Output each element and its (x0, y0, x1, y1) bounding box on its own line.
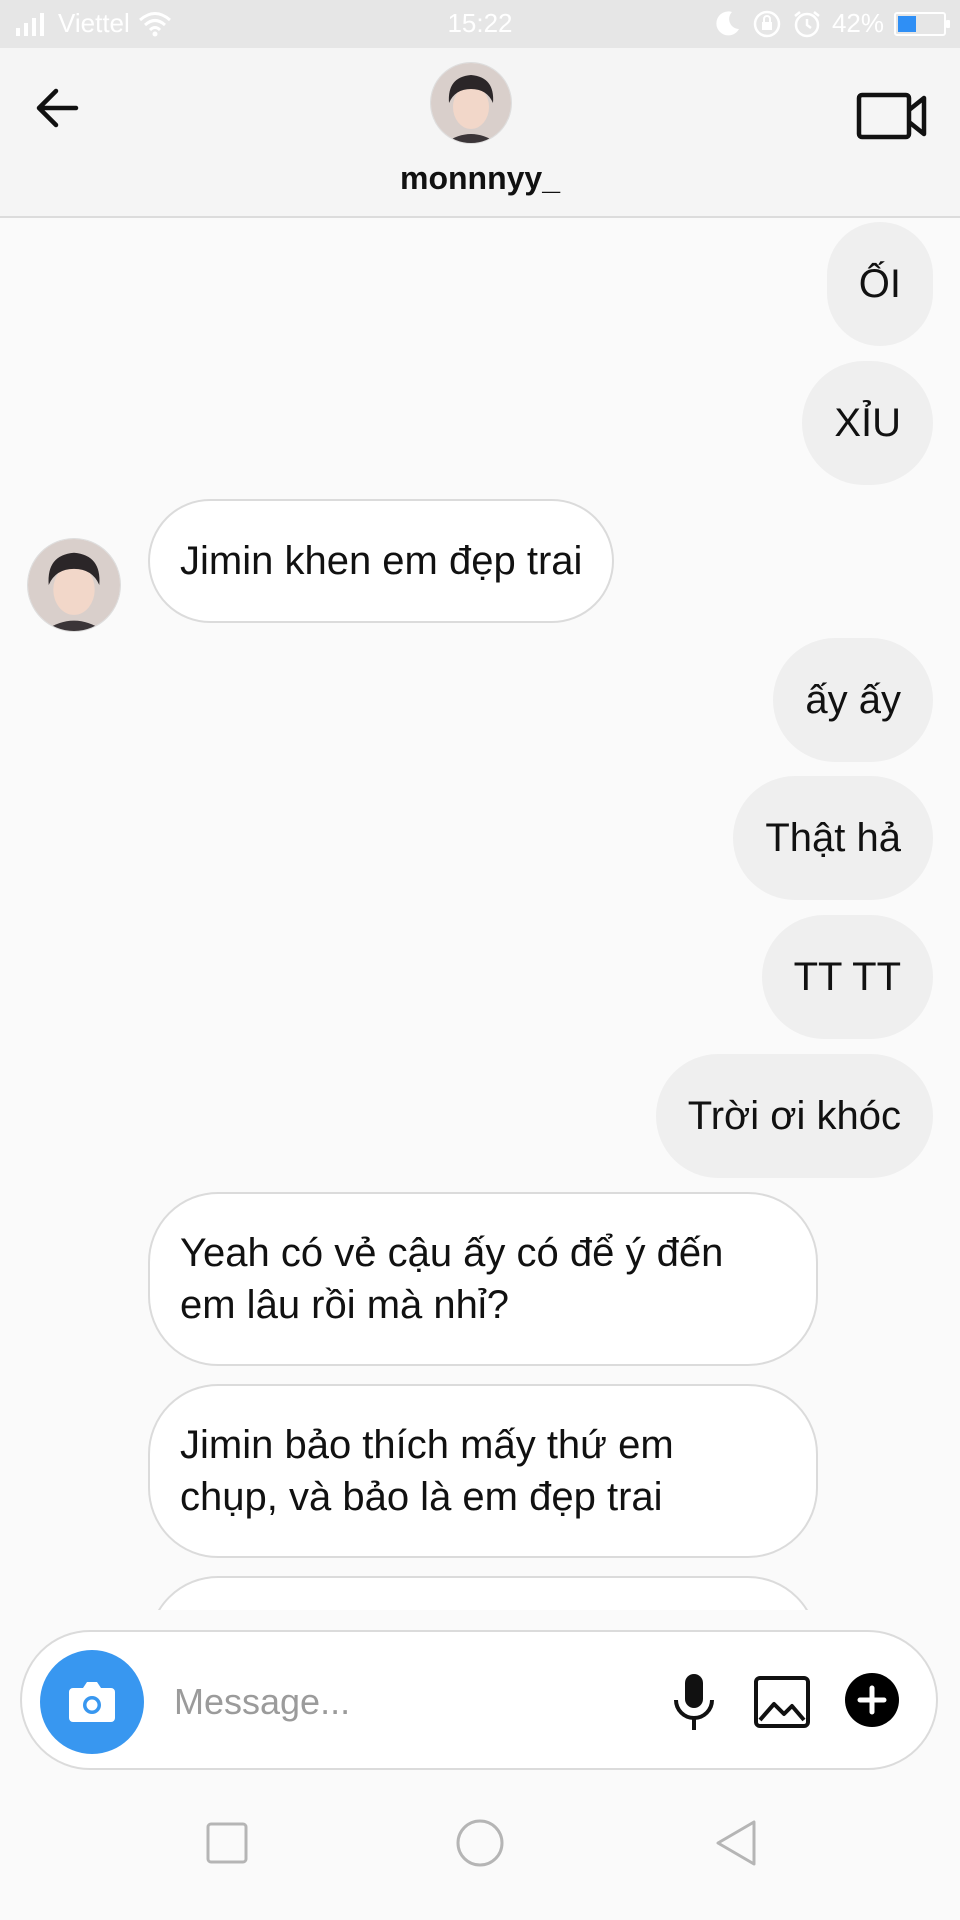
header-avatar[interactable] (430, 62, 512, 144)
plus-icon (845, 1673, 899, 1727)
microphone-button[interactable] (664, 1670, 724, 1734)
square-icon (206, 1822, 248, 1864)
message-line: em lâu rồi mà nhỉ? (180, 1283, 510, 1327)
message-line: Yeah có vẻ cậu ấy có để ý đến (180, 1231, 724, 1275)
message-text: ấy ấy (805, 678, 901, 722)
gallery-icon (754, 1676, 810, 1728)
video-call-button[interactable] (856, 90, 928, 142)
sender-avatar[interactable] (27, 538, 121, 632)
back-arrow-icon (36, 88, 79, 128)
video-call-icon (856, 92, 927, 140)
header-username[interactable]: monnnyy_ (0, 160, 960, 197)
gallery-button[interactable] (752, 1672, 812, 1732)
system-nav-bar (0, 1770, 960, 1920)
more-button[interactable] (844, 1672, 900, 1728)
alarm-icon (794, 10, 820, 37)
circle-icon (456, 1819, 504, 1867)
message-text: Trời ơi khóc (687, 1094, 901, 1138)
chat-header: monnnyy_ (0, 48, 960, 218)
message-bubble-outgoing[interactable]: TT TT (761, 915, 933, 1039)
microphone-icon (674, 1674, 714, 1730)
rotation-lock-icon (753, 10, 781, 37)
triangle-back-icon (716, 1820, 756, 1866)
avatar-image (28, 539, 120, 631)
message-input[interactable] (172, 1668, 656, 1736)
message-bubble-outgoing[interactable]: Thật hả (733, 776, 933, 900)
message-bubble-outgoing[interactable]: Trời ơi khóc (655, 1054, 933, 1178)
message-text: Thật hả (765, 816, 901, 860)
message-thread: ỐI XỈU Jimin khen em đẹp trai ấy ấy Thật… (0, 218, 960, 1610)
message-line: chụp, và bảo là em đẹp trai (180, 1475, 663, 1519)
battery-icon (894, 11, 950, 36)
message-text: ỐI (858, 262, 901, 306)
message-text: Jimin bảo thích mấy thứ em chụp, và bảo … (180, 1419, 674, 1523)
avatar-image (431, 63, 511, 143)
message-composer (20, 1630, 938, 1770)
message-line: Jimin bảo thích mấy thứ em (180, 1423, 674, 1467)
recents-button[interactable] (192, 1808, 262, 1878)
back-nav-button[interactable] (702, 1808, 772, 1878)
back-button[interactable] (30, 78, 90, 138)
message-text: Yeah có vẻ cậu ấy có để ý đến em lâu rồi… (180, 1227, 723, 1331)
message-bubble-incoming[interactable]: Jimin khen em đẹp trai (148, 499, 615, 623)
message-bubble-incoming-partial[interactable] (148, 1576, 818, 1610)
message-bubble-outgoing[interactable]: ỐI (826, 222, 933, 346)
home-button[interactable] (445, 1808, 515, 1878)
status-right: 42% (712, 8, 950, 39)
status-bar: Viettel 15:22 42% (0, 0, 960, 48)
moon-icon (716, 10, 739, 35)
message-text: Jimin khen em đẹp trai (180, 539, 583, 583)
message-text: XỈU (834, 401, 901, 445)
message-bubble-outgoing[interactable]: ấy ấy (773, 638, 933, 762)
message-text: TT TT (793, 955, 901, 999)
message-bubble-incoming[interactable]: Jimin bảo thích mấy thứ em chụp, và bảo … (148, 1384, 818, 1558)
message-bubble-incoming[interactable]: Yeah có vẻ cậu ấy có để ý đến em lâu rồi… (148, 1192, 818, 1366)
battery-fill (898, 15, 917, 32)
camera-button[interactable] (40, 1650, 144, 1754)
message-bubble-outgoing[interactable]: XỈU (802, 361, 933, 485)
camera-icon (69, 1682, 115, 1722)
battery-percent: 42% (831, 8, 884, 38)
